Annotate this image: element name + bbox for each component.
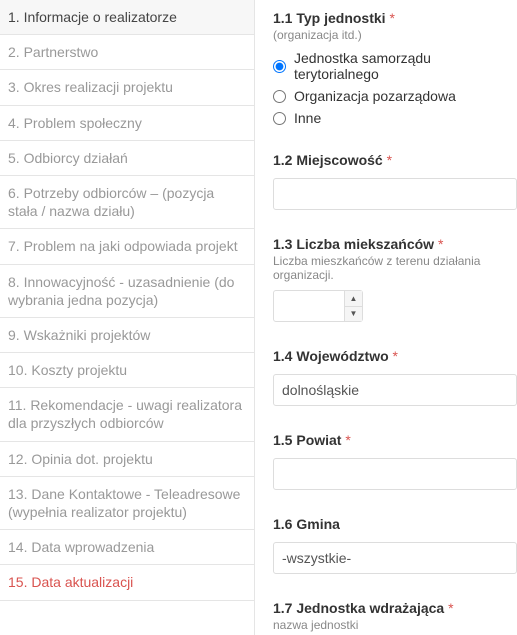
radio-row-1: Organizacja pozarządowa	[273, 88, 517, 104]
label-voivodeship: 1.4 Województwo *	[273, 348, 517, 364]
locality-input[interactable]	[273, 178, 517, 210]
county-input[interactable]	[273, 458, 517, 490]
sidebar: 1. Informacje o realizatorze2. Partnerst…	[0, 0, 255, 635]
radio-unit-type-1[interactable]	[273, 90, 286, 103]
population-spinner: ▲ ▼	[344, 291, 362, 321]
field-locality: 1.2 Miejscowość *	[273, 152, 517, 210]
sidebar-item-7[interactable]: 7. Problem na jaki odpowiada projekt	[0, 229, 254, 264]
sidebar-item-4[interactable]: 4. Problem społeczny	[0, 106, 254, 141]
label-implementing-unit: 1.7 Jednostka wdrażająca *	[273, 600, 517, 616]
voivodeship-input[interactable]	[273, 374, 517, 406]
label-unit-type: 1.1 Typ jednostki *	[273, 10, 517, 26]
field-county: 1.5 Powiat *	[273, 432, 517, 490]
sidebar-item-13[interactable]: 13. Dane Kontaktowe - Teleadresowe (wype…	[0, 477, 254, 530]
sub-unit-type: (organizacja itd.)	[273, 28, 517, 42]
label-county: 1.5 Powiat *	[273, 432, 517, 448]
sidebar-item-5[interactable]: 5. Odbiorcy działań	[0, 141, 254, 176]
radio-row-0: Jednostka samorządu terytorialnego	[273, 50, 517, 82]
spin-up-icon[interactable]: ▲	[345, 291, 362, 307]
sidebar-item-10[interactable]: 10. Koszty projektu	[0, 353, 254, 388]
sub-implementing-unit: nazwa jednostki	[273, 618, 517, 632]
sidebar-item-11[interactable]: 11. Rekomendacje - uwagi realizatora dla…	[0, 388, 254, 441]
sidebar-item-3[interactable]: 3. Okres realizacji projektu	[0, 70, 254, 105]
radio-label-1: Organizacja pozarządowa	[294, 88, 456, 104]
sidebar-item-14[interactable]: 14. Data wprowadzenia	[0, 530, 254, 565]
field-unit-type: 1.1 Typ jednostki * (organizacja itd.) J…	[273, 10, 517, 126]
sidebar-item-2[interactable]: 2. Partnerstwo	[0, 35, 254, 70]
sidebar-item-1[interactable]: 1. Informacje o realizatorze	[0, 0, 254, 35]
sidebar-item-9[interactable]: 9. Wskażniki projektów	[0, 318, 254, 353]
radio-unit-type-2[interactable]	[273, 112, 286, 125]
label-locality: 1.2 Miejscowość *	[273, 152, 517, 168]
sub-population: Liczba mieszkańców z terenu działania or…	[273, 254, 517, 282]
radio-row-2: Inne	[273, 110, 517, 126]
form-panel: 1.1 Typ jednostki * (organizacja itd.) J…	[255, 0, 517, 635]
field-voivodeship: 1.4 Województwo *	[273, 348, 517, 406]
sidebar-item-6[interactable]: 6. Potrzeby odbiorców – (pozycja stała /…	[0, 176, 254, 229]
field-commune: 1.6 Gmina	[273, 516, 517, 574]
sidebar-item-12[interactable]: 12. Opinia dot. projektu	[0, 442, 254, 477]
sidebar-item-15[interactable]: 15. Data aktualizacji	[0, 565, 254, 600]
field-population: 1.3 Liczba miekszańców * Liczba mieszkań…	[273, 236, 517, 322]
radio-label-2: Inne	[294, 110, 321, 126]
radio-label-0: Jednostka samorządu terytorialnego	[294, 50, 517, 82]
label-population: 1.3 Liczba miekszańców *	[273, 236, 517, 252]
spin-down-icon[interactable]: ▼	[345, 307, 362, 322]
label-commune: 1.6 Gmina	[273, 516, 517, 532]
radio-unit-type-0[interactable]	[273, 60, 286, 73]
sidebar-item-8[interactable]: 8. Innowacyjność - uzasadnienie (do wybr…	[0, 265, 254, 318]
field-implementing-unit: 1.7 Jednostka wdrażająca * nazwa jednost…	[273, 600, 517, 632]
commune-input[interactable]	[273, 542, 517, 574]
